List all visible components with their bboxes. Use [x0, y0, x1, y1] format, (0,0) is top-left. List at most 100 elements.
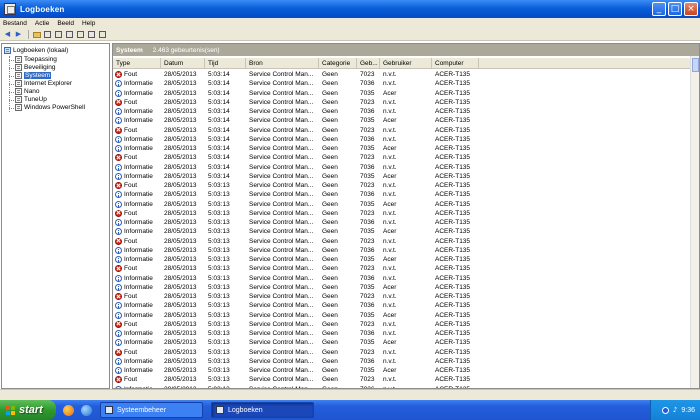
volume-icon[interactable]: ♪ — [673, 406, 677, 414]
task-logboeken[interactable]: Logboeken — [211, 402, 314, 418]
minimize-button[interactable]: _ — [652, 2, 666, 16]
table-row[interactable]: Fout 28/05/2013 5:03:13 Service Control Man… — [113, 264, 699, 273]
event-type-label: Informatie — [124, 117, 153, 125]
event-type-cell: Informatie — [113, 274, 161, 283]
time-cell: 5:03:13 — [208, 339, 230, 347]
event-type-label: Informatie — [124, 228, 153, 236]
user-cell: n.v.t. — [383, 348, 397, 356]
time-cell: 5:03:13 — [208, 209, 230, 217]
vertical-scrollbar[interactable] — [690, 56, 699, 388]
console-icon[interactable] — [98, 30, 107, 39]
error-icon — [115, 126, 122, 134]
network-icon[interactable] — [661, 406, 669, 414]
source-cell: Service Control Man... — [249, 89, 314, 97]
column-categorie[interactable]: Categorie — [319, 58, 357, 69]
table-row[interactable]: Informatie 28/05/2013 5:03:13 Service Contr… — [113, 218, 699, 227]
source-cell: Service Control Man... — [249, 330, 314, 338]
table-row[interactable]: Informatie 28/05/2013 5:03:13 Service Contr… — [113, 283, 699, 292]
time-cell: 5:03:13 — [208, 191, 230, 199]
table-row[interactable]: Fout 28/05/2013 5:03:13 Service Control Man… — [113, 348, 699, 357]
category-cell: Geen — [322, 274, 338, 282]
window-titlebar[interactable]: Logboeken _ □ × — [0, 0, 700, 18]
column-datum[interactable]: Datum — [161, 58, 205, 69]
properties-icon[interactable] — [54, 30, 63, 39]
table-row[interactable]: Informatie 28/05/2013 5:03:13 Service Contr… — [113, 246, 699, 255]
table-row[interactable]: Informatie 28/05/2013 5:03:14 Service Contr… — [113, 135, 699, 144]
table-row[interactable]: Informatie 28/05/2013 5:03:13 Service Contr… — [113, 357, 699, 366]
event-id-cell: 7023 — [360, 348, 375, 356]
table-row[interactable]: Informatie 28/05/2013 5:03:13 Service Contr… — [113, 338, 699, 347]
information-icon — [115, 256, 122, 264]
start-button[interactable]: start — [0, 400, 56, 420]
table-row[interactable]: Fout 28/05/2013 5:03:13 Service Control Man… — [113, 237, 699, 246]
table-row[interactable]: Informatie 28/05/2013 5:03:14 Service Contr… — [113, 116, 699, 125]
table-row[interactable]: Fout 28/05/2013 5:03:14 Service Control Man… — [113, 153, 699, 162]
table-row[interactable]: Informatie 28/05/2013 5:03:14 Service Contr… — [113, 144, 699, 153]
category-cell: Geen — [322, 283, 338, 291]
toolbar-divider — [28, 30, 29, 39]
time-cell: 5:03:13 — [208, 302, 230, 310]
firefox-icon[interactable] — [63, 404, 74, 416]
time-cell: 5:03:13 — [208, 228, 230, 236]
table-row[interactable]: Informatie 28/05/2013 5:03:13 Service Contr… — [113, 301, 699, 310]
forward-arrow-icon[interactable]: ▶ — [14, 30, 23, 39]
event-type-label: Informatie — [124, 274, 153, 282]
status-bar — [0, 389, 700, 400]
event-id-cell: 7023 — [360, 293, 375, 301]
time-cell: 5:03:14 — [208, 89, 230, 97]
table-row[interactable]: Informatie 28/05/2013 5:03:13 Service Contr… — [113, 227, 699, 236]
tree-item-windows-powershell[interactable]: Windows PowerShell — [15, 103, 85, 112]
column-type[interactable]: Type — [113, 58, 161, 69]
table-row[interactable]: Informatie 28/05/2013 5:03:13 Service Contr… — [113, 329, 699, 338]
back-arrow-icon[interactable]: ◀ — [3, 30, 12, 39]
event-id-cell: 7023 — [360, 98, 375, 106]
table-row[interactable]: Informatie 28/05/2013 5:03:14 Service Contr… — [113, 107, 699, 116]
table-row[interactable]: Fout 28/05/2013 5:03:13 Service Control Man… — [113, 375, 699, 384]
show-hide-tree-icon[interactable] — [43, 30, 52, 39]
table-row[interactable]: Informatie 28/05/2013 5:03:14 Service Contr… — [113, 172, 699, 181]
help-icon[interactable] — [87, 30, 96, 39]
table-row[interactable]: Fout 28/05/2013 5:03:14 Service Control Man… — [113, 70, 699, 79]
table-row[interactable]: Informatie 28/05/2013 5:03:14 Service Contr… — [113, 79, 699, 88]
table-row[interactable]: Fout 28/05/2013 5:03:13 Service Control Man… — [113, 292, 699, 301]
menu-help[interactable]: Help — [82, 20, 95, 27]
table-row[interactable]: Fout 28/05/2013 5:03:13 Service Control Man… — [113, 181, 699, 190]
task-systeembeheer[interactable]: Systeembeheer — [100, 402, 203, 418]
table-row[interactable]: Informatie 28/05/2013 5:03:13 Service Contr… — [113, 274, 699, 283]
event-type-label: Informatie — [124, 330, 153, 338]
table-row[interactable]: Informatie 28/05/2013 5:03:14 Service Contr… — [113, 163, 699, 172]
internet-explorer-icon[interactable] — [81, 404, 92, 416]
time-cell: 5:03:13 — [208, 219, 230, 227]
computer-cell: ACER-T135 — [435, 182, 471, 190]
close-button[interactable]: × — [684, 2, 698, 16]
table-row[interactable]: Fout 28/05/2013 5:03:13 Service Control Man… — [113, 320, 699, 329]
table-row[interactable]: Informatie 28/05/2013 5:03:13 Service Contr… — [113, 311, 699, 320]
table-row[interactable]: Informatie 28/05/2013 5:03:13 Service Contr… — [113, 200, 699, 209]
menu-bestand[interactable]: Bestand — [3, 20, 27, 27]
date-cell: 28/05/2013 — [164, 293, 197, 301]
up-folder-icon[interactable] — [32, 30, 41, 39]
tree-root-logboeken[interactable]: Logboeken (lokaal) — [4, 46, 68, 55]
column-computer[interactable]: Computer — [432, 58, 479, 69]
table-row[interactable]: Fout 28/05/2013 5:03:14 Service Control Man… — [113, 98, 699, 107]
table-row[interactable]: Fout 28/05/2013 5:03:14 Service Control Man… — [113, 126, 699, 135]
refresh-icon[interactable] — [65, 30, 74, 39]
table-row[interactable]: Informatie 28/05/2013 5:03:13 Service Contr… — [113, 255, 699, 264]
table-row[interactable]: Informatie 28/05/2013 5:03:13 Service Contr… — [113, 366, 699, 375]
scrollbar-thumb[interactable] — [692, 58, 699, 72]
event-type-cell: Fout — [113, 292, 161, 301]
column-gebruiker[interactable]: Gebruiker — [380, 58, 432, 69]
column-tijd[interactable]: Tijd — [205, 58, 246, 69]
computer-cell: ACER-T135 — [435, 357, 471, 365]
event-type-cell: Informatie — [113, 366, 161, 375]
maximize-button[interactable]: □ — [668, 2, 682, 16]
menu-actie[interactable]: Actie — [35, 20, 49, 27]
menu-beeld[interactable]: Beeld — [57, 20, 74, 27]
table-row[interactable]: Informatie 28/05/2013 5:03:13 Service Contr… — [113, 190, 699, 199]
table-row[interactable]: Fout 28/05/2013 5:03:13 Service Control Man… — [113, 209, 699, 218]
column-bron[interactable]: Bron — [246, 58, 319, 69]
export-list-icon[interactable] — [76, 30, 85, 39]
source-cell: Service Control Man... — [249, 237, 314, 245]
table-row[interactable]: Informatie 28/05/2013 5:03:14 Service Contr… — [113, 89, 699, 98]
column-gebeurtenis[interactable]: Geb... — [357, 58, 380, 69]
